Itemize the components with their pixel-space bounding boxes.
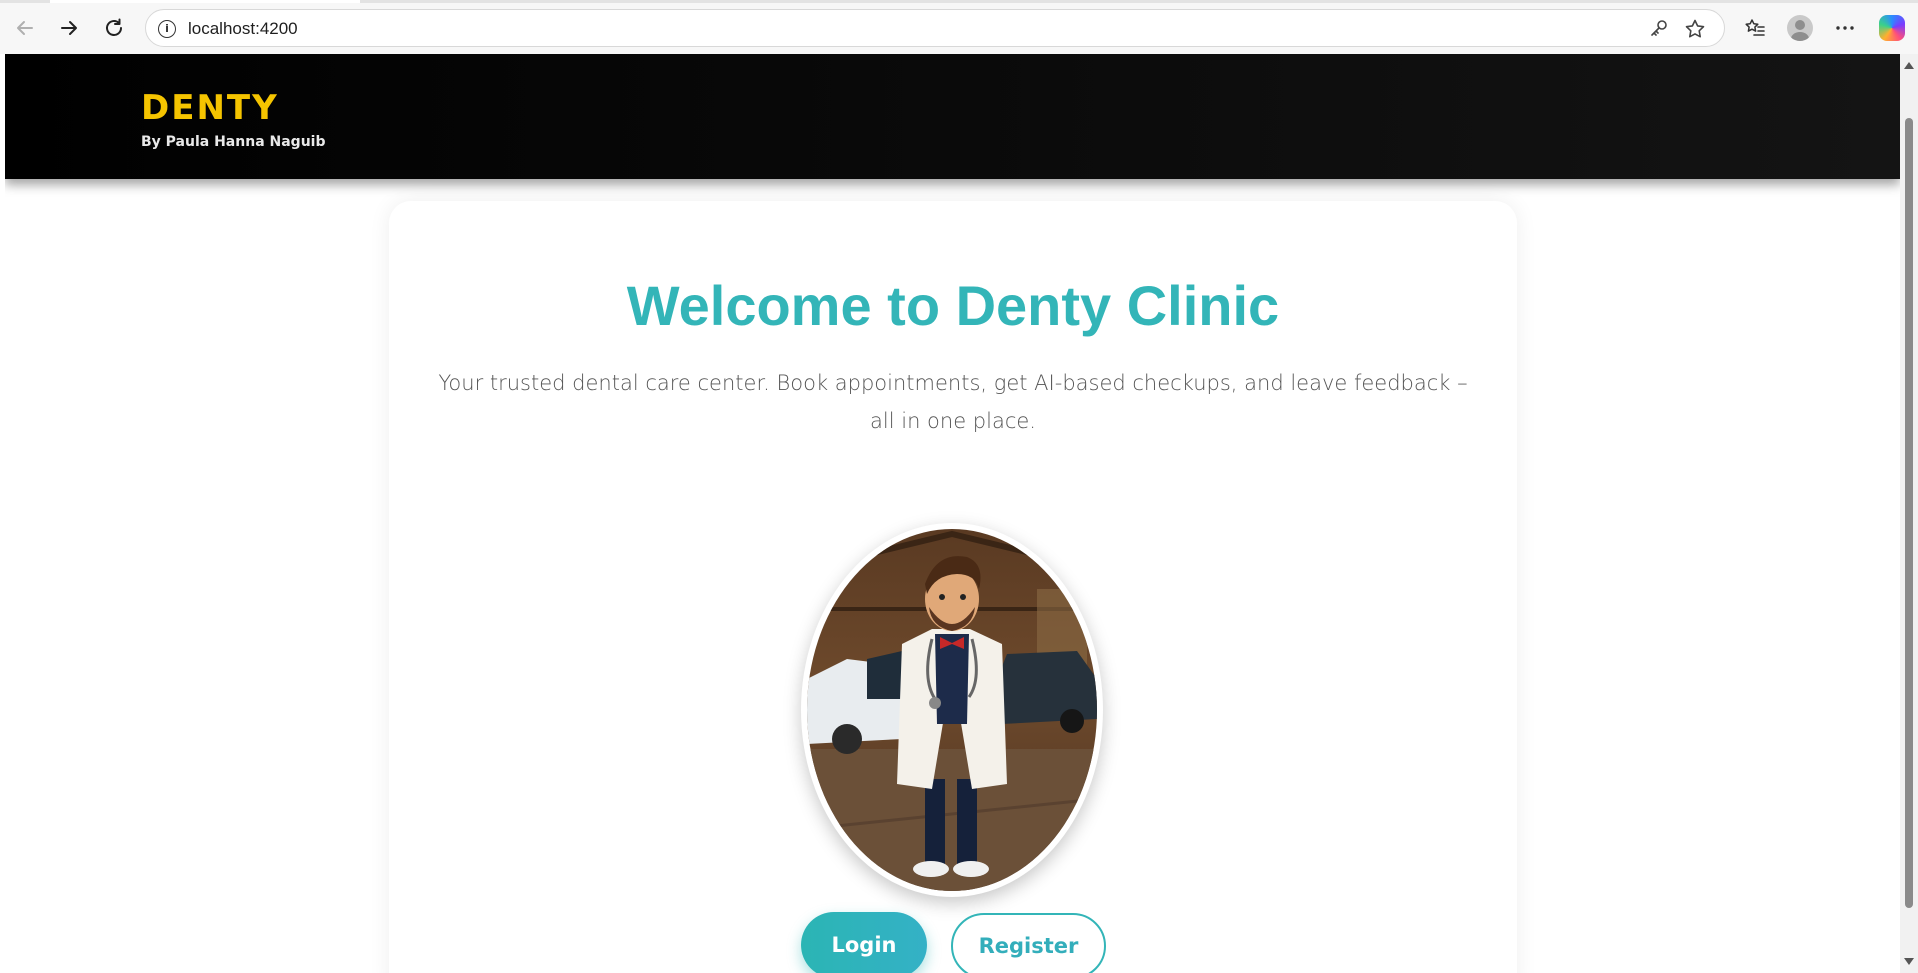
page-viewport: DENTY By Paula Hanna Naguib Welcome to D… — [5, 54, 1900, 973]
address-bar[interactable]: i localhost:4200 — [145, 9, 1725, 47]
tab-strip — [0, 0, 1918, 3]
profile-avatar[interactable] — [1784, 12, 1816, 44]
back-arrow-icon[interactable] — [9, 12, 41, 44]
star-icon[interactable] — [1684, 18, 1706, 45]
url-text[interactable]: localhost:4200 — [188, 19, 298, 39]
doctor-image-frame — [801, 523, 1103, 897]
scroll-up-icon[interactable] — [1904, 62, 1914, 69]
copilot-logo — [1879, 15, 1905, 41]
copilot-icon[interactable] — [1876, 12, 1908, 44]
scroll-down-icon[interactable] — [1904, 958, 1914, 965]
page-title: Welcome to Denty Clinic — [626, 274, 1280, 337]
active-tab-edge — [50, 0, 360, 3]
browser-toolbar: i localhost:4200 — [0, 0, 1918, 54]
key-icon[interactable] — [1649, 18, 1669, 43]
register-button[interactable]: Register — [951, 913, 1106, 973]
brand-subtitle: By Paula Hanna Naguib — [141, 134, 326, 150]
favorites-list-icon[interactable] — [1739, 12, 1771, 44]
reload-icon[interactable] — [98, 12, 130, 44]
site-header: DENTY By Paula Hanna Naguib — [5, 54, 1900, 179]
doctor-cartoon-illustration — [807, 529, 1097, 891]
info-icon[interactable]: i — [158, 20, 176, 38]
login-button[interactable]: Login — [801, 912, 927, 973]
avatar — [1787, 15, 1813, 41]
vertical-scrollbar[interactable] — [1900, 54, 1918, 973]
welcome-card: Welcome to Denty Clinic Your trusted den… — [389, 201, 1517, 973]
scroll-thumb[interactable] — [1905, 118, 1913, 908]
brand-logo[interactable]: DENTY — [141, 88, 279, 128]
welcome-description: Your trusted dental care center. Book ap… — [438, 371, 1468, 433]
forward-arrow-icon[interactable] — [53, 12, 85, 44]
more-dots-icon[interactable] — [1829, 12, 1861, 44]
